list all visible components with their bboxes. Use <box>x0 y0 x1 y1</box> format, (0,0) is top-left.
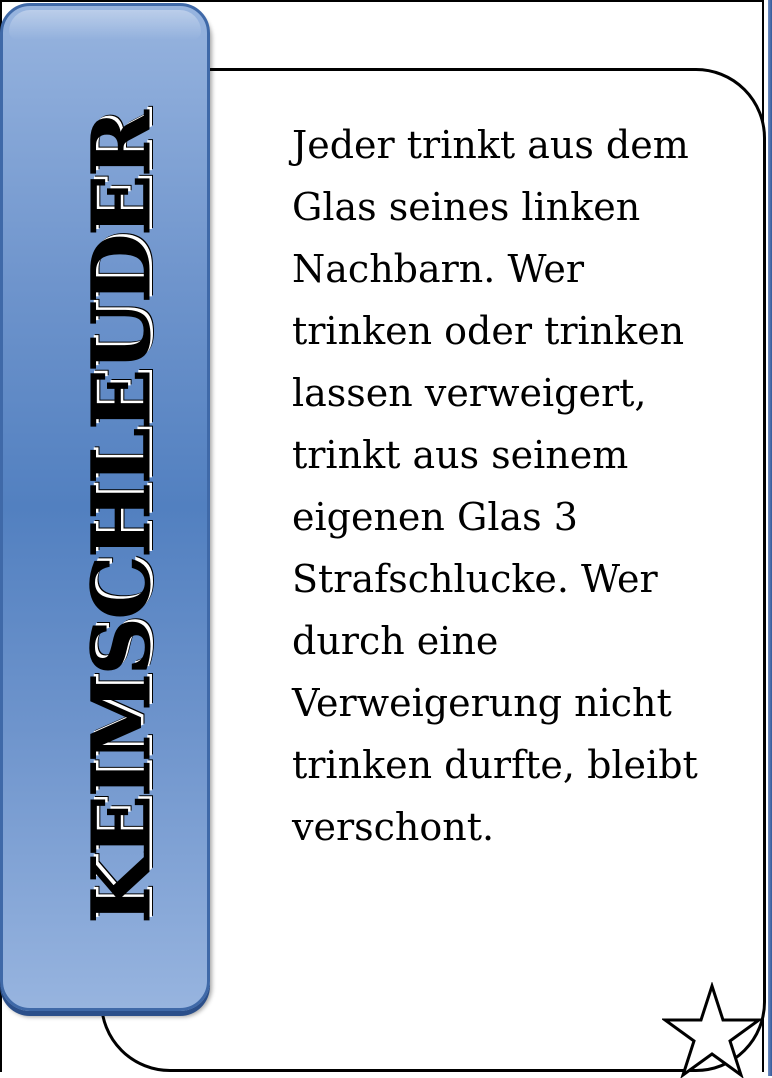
text-line: trinken oder trinken <box>292 309 685 353</box>
card-title: KEIMSCHLEUDER <box>74 112 169 924</box>
page-edge-bar <box>767 0 772 1076</box>
text-line: eigenen Glas 3 <box>292 495 578 539</box>
text-line: Strafschlucke. Wer <box>292 557 658 601</box>
text-line: Nachbarn. Wer <box>292 247 585 291</box>
text-line: Jeder trinkt aus dem <box>292 123 689 167</box>
title-panel: KEIMSCHLEUDER <box>0 3 210 1011</box>
text-line: lassen verweigert, <box>292 371 647 415</box>
text-line: Verweigerung nicht <box>292 681 672 725</box>
star-icon <box>662 982 762 1078</box>
text-line: trinken durfte, bleibt <box>292 743 698 787</box>
text-line: trinkt aus seinem <box>292 433 629 477</box>
card-rule-text: Jeder trinkt aus dem Glas seines linken … <box>292 114 732 858</box>
text-line: verschont. <box>292 805 495 849</box>
text-line: durch eine <box>292 619 499 663</box>
text-line: Glas seines linken <box>292 185 641 229</box>
